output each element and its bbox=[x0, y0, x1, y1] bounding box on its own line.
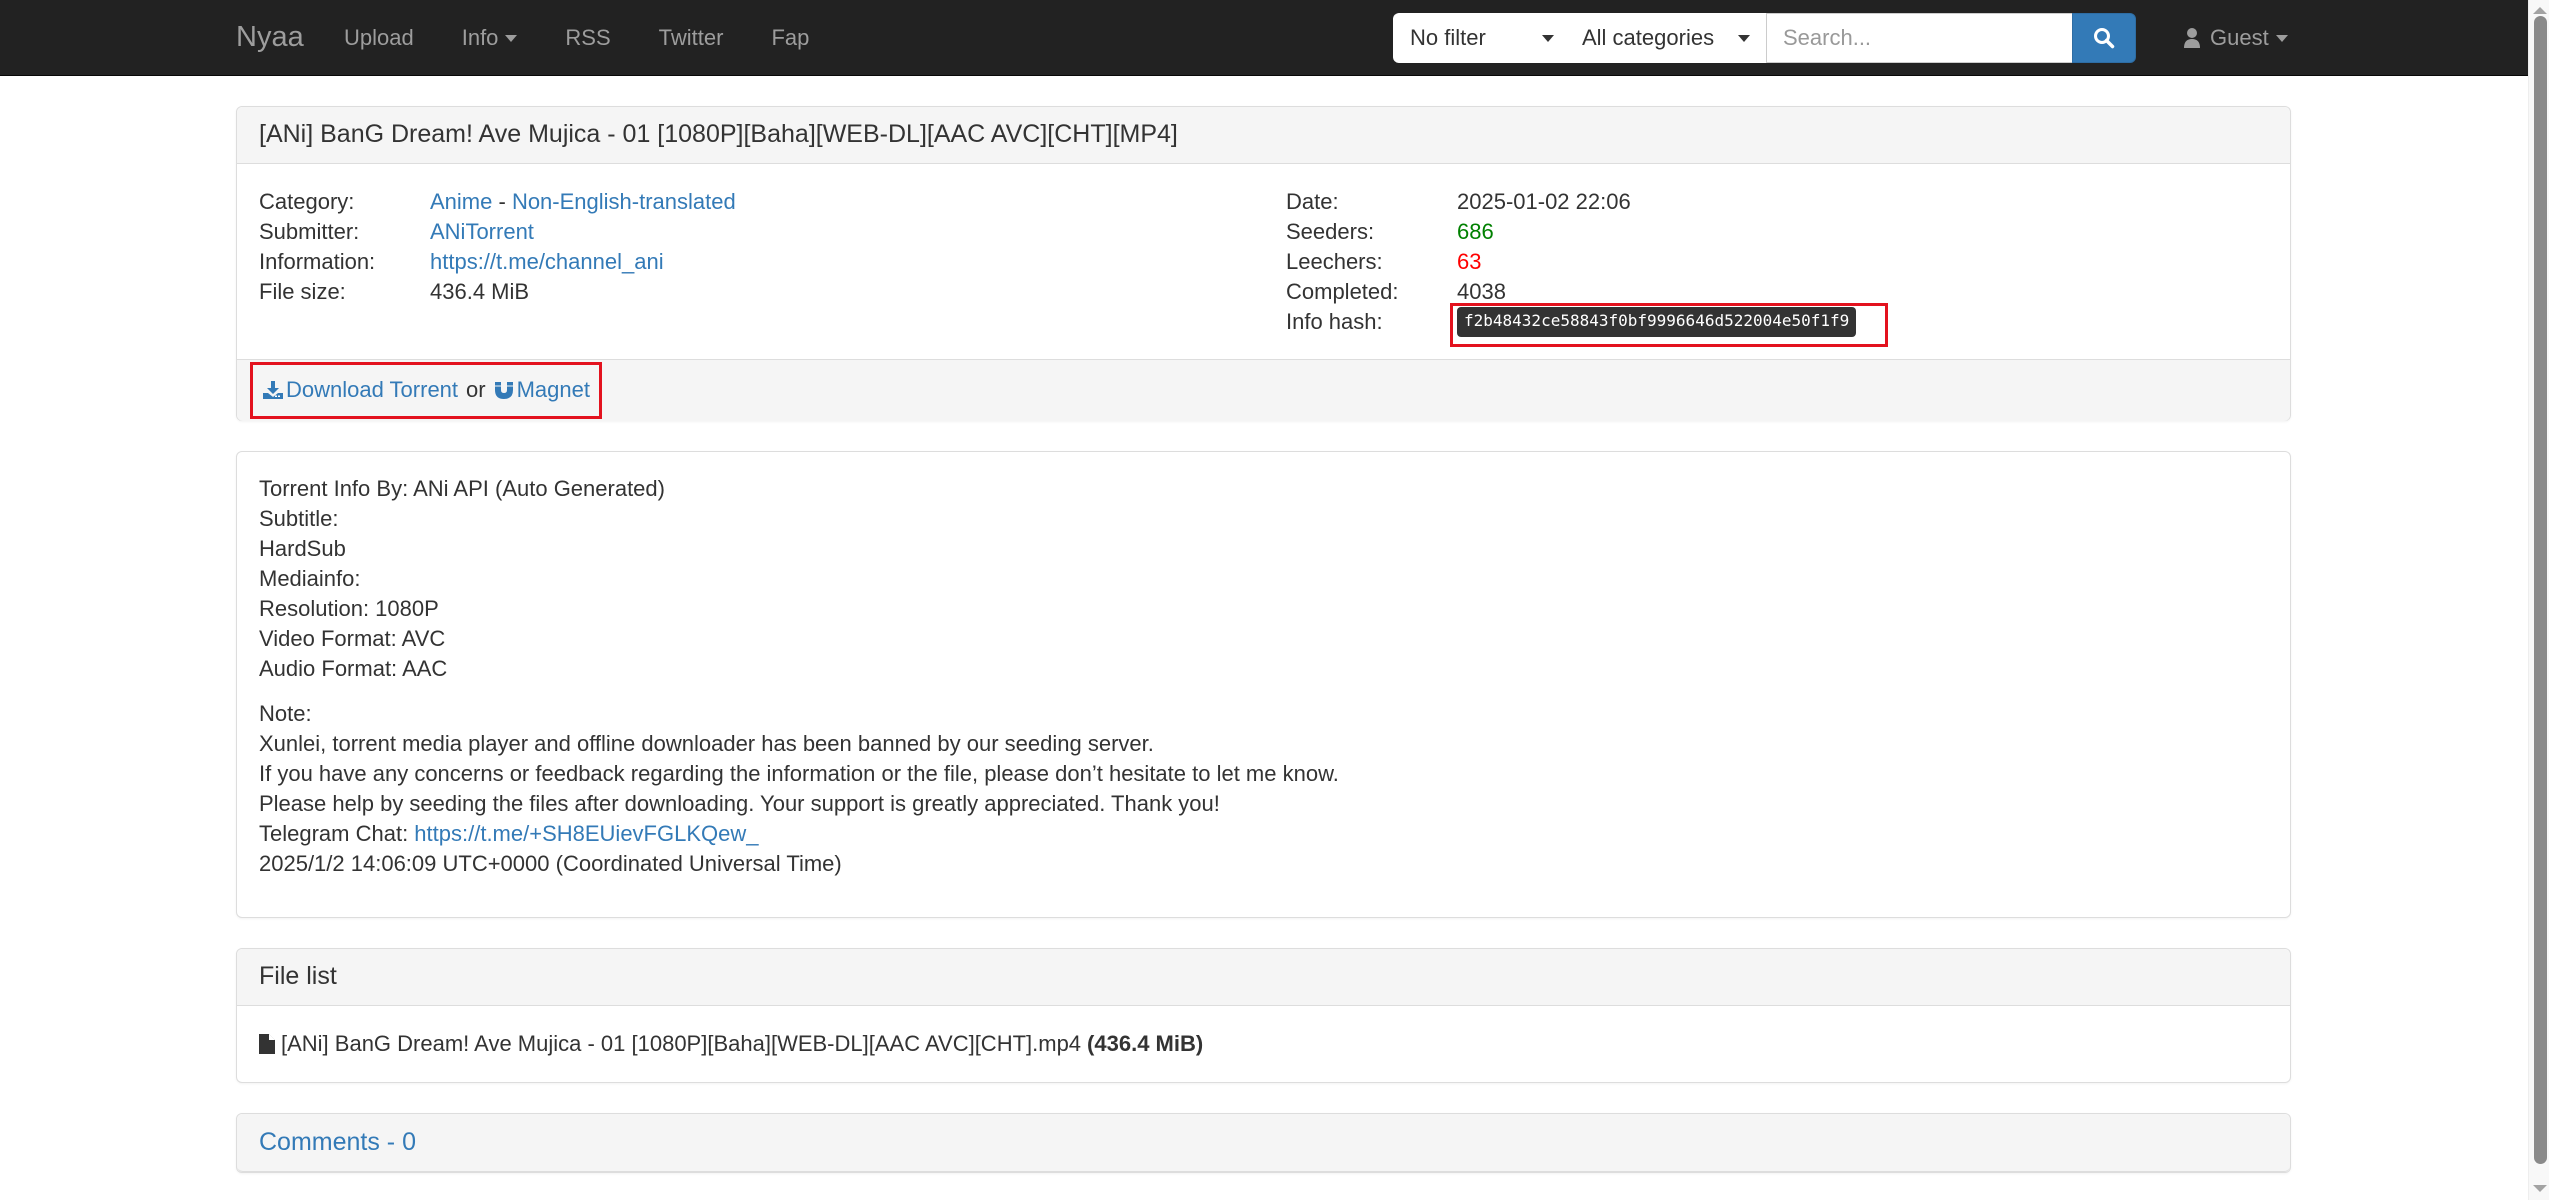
description-line: Please help by seeding the files after d… bbox=[259, 791, 1220, 816]
description-block-note: Note: Xunlei, torrent media player and o… bbox=[259, 699, 1339, 879]
leechers-row: Leechers: 63 bbox=[1286, 247, 1481, 277]
file-icon bbox=[259, 1034, 275, 1054]
search-form: No filter All categories bbox=[1393, 13, 2136, 63]
user-label: Guest bbox=[2210, 25, 2269, 51]
submitter-row: Submitter: ANiTorrent bbox=[259, 217, 534, 247]
category-main-link[interactable]: Anime bbox=[430, 189, 492, 214]
description-line: Subtitle: bbox=[259, 506, 339, 531]
submitter-label: Submitter: bbox=[259, 219, 360, 244]
search-input[interactable] bbox=[1766, 13, 2072, 63]
scrollbar-thumb[interactable] bbox=[2534, 16, 2547, 1164]
torrent-description: Torrent Info By: ANi API (Auto Generated… bbox=[259, 474, 1339, 894]
comments-panel: Comments - 0 bbox=[236, 1113, 2291, 1173]
date-label: Date: bbox=[1286, 189, 1339, 214]
category-select-value: All categories bbox=[1582, 25, 1715, 51]
telegram-chat-link[interactable]: https://t.me/+SH8EUievFGLKQew_ bbox=[414, 821, 758, 846]
comments-heading[interactable]: Comments - 0 bbox=[237, 1114, 2290, 1172]
completed-label: Completed: bbox=[1286, 279, 1399, 304]
date-row: Date: 2025-01-02 22:06 bbox=[1286, 187, 1631, 217]
leechers-label: Leechers: bbox=[1286, 249, 1383, 274]
download-highlight-box bbox=[250, 362, 602, 419]
file-size: (436.4 MiB) bbox=[1087, 1031, 1204, 1056]
telegram-label: Telegram Chat: bbox=[259, 821, 415, 846]
caret-down-icon bbox=[2275, 34, 2288, 42]
nav-fap[interactable]: Fap bbox=[747, 0, 833, 76]
description-line: If you have any concerns or feedback reg… bbox=[259, 761, 1339, 786]
nav-twitter-label: Twitter bbox=[658, 25, 724, 50]
nav-info-dropdown[interactable]: Info bbox=[438, 0, 542, 76]
description-line: Audio Format: AAC bbox=[259, 656, 448, 681]
nav-fap-label: Fap bbox=[771, 25, 810, 50]
caret-down-icon bbox=[1738, 34, 1750, 42]
nav-rss-label: RSS bbox=[565, 25, 611, 50]
file-list-title: File list bbox=[259, 962, 337, 991]
date-value: 2025-01-02 22:06 bbox=[1457, 189, 1631, 214]
caret-down-icon bbox=[1542, 34, 1554, 42]
torrent-info-panel: [ANi] BanG Dream! Ave Mujica - 01 [1080P… bbox=[236, 106, 2291, 421]
description-timestamp: 2025/1/2 14:06:09 UTC+0000 (Coordinated … bbox=[259, 851, 842, 876]
user-menu-dropdown[interactable]: Guest bbox=[2184, 0, 2288, 76]
submitter-link[interactable]: ANiTorrent bbox=[430, 217, 534, 247]
description-line: Mediainfo: bbox=[259, 566, 361, 591]
search-button[interactable] bbox=[2072, 13, 2136, 63]
nav-upload[interactable]: Upload bbox=[320, 0, 438, 76]
information-row: Information: https://t.me/channel_ani bbox=[259, 247, 664, 277]
seeders-row: Seeders: 686 bbox=[1286, 217, 1494, 247]
torrent-title-heading: [ANi] BanG Dream! Ave Mujica - 01 [1080P… bbox=[237, 107, 2290, 164]
filesize-row: File size: 436.4 MiB bbox=[259, 277, 529, 307]
seeders-value: 686 bbox=[1457, 219, 1494, 244]
infohash-label: Info hash: bbox=[1286, 309, 1383, 334]
nav-twitter[interactable]: Twitter bbox=[635, 0, 748, 76]
file-list-heading: File list bbox=[237, 949, 2290, 1006]
file-name: [ANi] BanG Dream! Ave Mujica - 01 [1080P… bbox=[281, 1031, 1082, 1056]
description-line: Xunlei, torrent media player and offline… bbox=[259, 731, 1154, 756]
description-panel: Torrent Info By: ANi API (Auto Generated… bbox=[236, 451, 2291, 918]
category-label: Category: bbox=[259, 189, 355, 214]
torrent-title: [ANi] BanG Dream! Ave Mujica - 01 [1080P… bbox=[259, 120, 1178, 149]
user-icon bbox=[2184, 28, 2200, 48]
brand-logo-link[interactable]: Nyaa bbox=[236, 20, 304, 54]
nav-rss[interactable]: RSS bbox=[541, 0, 634, 76]
description-block-info: Torrent Info By: ANi API (Auto Generated… bbox=[259, 474, 1339, 684]
caret-down-icon bbox=[505, 34, 518, 42]
category-select[interactable]: All categories bbox=[1570, 13, 1766, 63]
leechers-value: 63 bbox=[1457, 249, 1482, 274]
nav-upload-label: Upload bbox=[344, 25, 414, 50]
filesize-value: 436.4 MiB bbox=[430, 279, 530, 304]
filesize-label: File size: bbox=[259, 279, 346, 304]
category-separator: - bbox=[498, 189, 506, 214]
scroll-down-arrow-icon[interactable] bbox=[2533, 1185, 2547, 1192]
filter-select[interactable]: No filter bbox=[1393, 13, 1570, 63]
file-list-panel: File list [ANi] BanG Dream! Ave Mujica -… bbox=[236, 948, 2291, 1083]
description-line: Torrent Info By: ANi API (Auto Generated… bbox=[259, 476, 665, 501]
description-line: Resolution: 1080P bbox=[259, 596, 439, 621]
filter-select-value: No filter bbox=[1410, 25, 1486, 51]
page-scrollbar[interactable] bbox=[2528, 0, 2549, 1200]
category-row: Category: Anime - Non-English-translated bbox=[259, 187, 736, 217]
description-line: Video Format: AVC bbox=[259, 626, 446, 651]
description-line: Note: bbox=[259, 701, 312, 726]
infohash-highlight-box bbox=[1450, 303, 1888, 347]
search-icon bbox=[2094, 28, 2115, 49]
nav-info-label: Info bbox=[461, 25, 499, 50]
category-sub-link[interactable]: Non-English-translated bbox=[512, 189, 736, 214]
information-link[interactable]: https://t.me/channel_ani bbox=[430, 247, 664, 277]
description-line: HardSub bbox=[259, 536, 346, 561]
nav-links: Upload Info RSS Twitter Fap bbox=[320, 0, 833, 76]
navbar: Nyaa Upload Info RSS Twitter Fap No filt… bbox=[0, 0, 2528, 76]
comments-toggle-link[interactable]: Comments - 0 bbox=[259, 1125, 416, 1161]
scroll-up-arrow-icon[interactable] bbox=[2533, 7, 2547, 14]
file-list-item: [ANi] BanG Dream! Ave Mujica - 01 [1080P… bbox=[259, 1029, 1203, 1059]
seeders-label: Seeders: bbox=[1286, 219, 1375, 244]
information-label: Information: bbox=[259, 249, 376, 274]
